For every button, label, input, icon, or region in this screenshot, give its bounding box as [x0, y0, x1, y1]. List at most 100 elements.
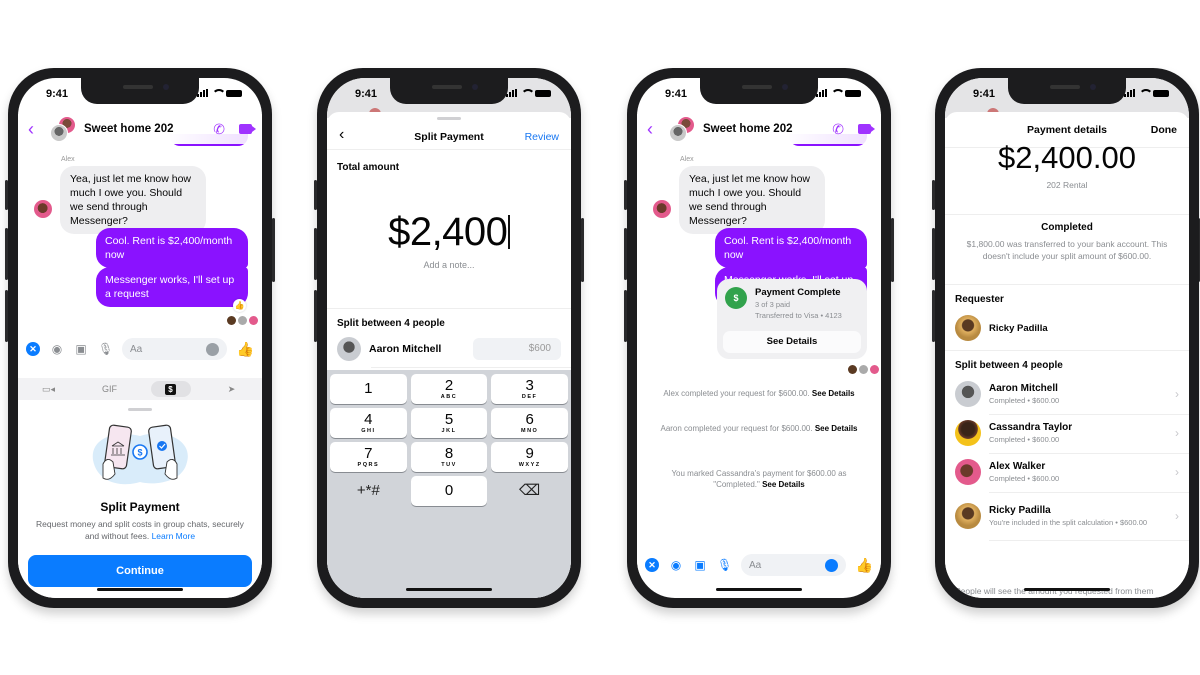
gallery-icon[interactable]: ▣	[74, 342, 88, 356]
avatar	[955, 459, 981, 485]
modal-header: ‹ Split Payment Review	[327, 124, 571, 150]
group-avatar[interactable]	[669, 116, 695, 142]
gallery-icon[interactable]: ▣	[693, 558, 707, 572]
outgoing-message: Messenger works, I'll set up a request	[96, 267, 248, 307]
see-details-link[interactable]: See Details	[762, 480, 805, 489]
split-person-row: Aaron Mitchell $600	[337, 334, 561, 364]
emoji-icon[interactable]	[205, 342, 219, 356]
split-person-row[interactable]: Aaron Mitchell Completed • $600.00 ›	[955, 376, 1179, 412]
split-payment-sheet: $ Split Payment Request money and split …	[18, 402, 262, 598]
notch	[390, 78, 508, 104]
composer: ✕ ◉ ▣ 🎙 Aa 👍	[18, 334, 262, 364]
review-button[interactable]: Review	[525, 131, 559, 143]
system-message: Alex completed your request for $600.00.…	[663, 389, 855, 398]
outgoing-message: Cool. Rent is $2,400/month now	[715, 228, 867, 268]
avatar	[337, 337, 361, 361]
home-indicator	[716, 588, 802, 591]
split-label: Split between 4 people	[337, 318, 445, 329]
back-icon[interactable]: ‹	[339, 126, 344, 144]
sender-name: Alex	[61, 156, 75, 163]
phone-call-icon[interactable]: ✆	[213, 121, 225, 138]
done-button[interactable]: Done	[1151, 124, 1177, 136]
keypad-key[interactable]: 3 DEF	[491, 374, 568, 404]
microphone-icon[interactable]: 🎙	[98, 342, 113, 356]
read-receipts	[848, 365, 879, 374]
notch	[81, 78, 199, 104]
avatar	[955, 315, 981, 341]
keypad-key[interactable]: 4 GHI	[330, 408, 407, 438]
split-person-row[interactable]: Alex Walker Completed • $600.00 ›	[955, 454, 1179, 490]
chat-title[interactable]: Sweet home 202	[84, 123, 201, 135]
close-icon[interactable]: ✕	[26, 342, 40, 356]
gif-tab-icon[interactable]: GIF	[90, 381, 130, 397]
key-letters: DEF	[521, 394, 538, 400]
see-details-button[interactable]: See Details	[723, 331, 861, 353]
see-details-link[interactable]: See Details	[812, 389, 855, 398]
split-person-row[interactable]: Cassandra Taylor Completed • $600.00 ›	[955, 415, 1179, 451]
requester-row[interactable]: Ricky Padilla	[955, 310, 1179, 346]
person-name: Ricky Padilla	[989, 504, 1051, 516]
phone-2: 9:41 ‹ Split Payment Review Total amount…	[314, 68, 584, 608]
modal-title: Split Payment	[414, 130, 484, 143]
payment-complete-card: $ Payment Complete 3 of 3 paid Transferr…	[717, 279, 867, 359]
message-input[interactable]: Aa	[741, 554, 846, 576]
status-time: 9:41	[665, 88, 688, 100]
note-input[interactable]: Add a note...	[327, 260, 571, 270]
numeric-keypad: 1 2 ABC 3 DEF 4 GHI 5 JKL 6 MNO 7 PQRS 8 TUV 9 WXYZ +*# 0 ⌫	[327, 370, 571, 598]
key-digit: +*#	[356, 482, 380, 499]
split-label: Split between 4 people	[955, 360, 1063, 371]
keypad-key[interactable]: 5 JKL	[410, 408, 488, 438]
person-status: Completed • $600.00	[989, 434, 1060, 444]
learn-more-link[interactable]: Learn More	[152, 531, 195, 541]
amount-input[interactable]: $2,400	[327, 210, 571, 255]
back-icon[interactable]: ‹	[647, 119, 665, 140]
sheet-grabber[interactable]	[437, 117, 461, 120]
phone-3: 9:41 ‹ Sweet home 202 ✆ Alex Yea, just l…	[624, 68, 894, 608]
payment-amount: $2,400.00	[998, 140, 1136, 175]
camera-icon[interactable]: ◉	[669, 558, 683, 572]
see-details-link[interactable]: See Details	[815, 424, 858, 433]
video-call-icon[interactable]	[858, 124, 875, 134]
continue-button[interactable]: Continue	[28, 555, 252, 587]
video-tab-icon[interactable]: ▭◂	[29, 381, 69, 397]
video-call-icon[interactable]	[239, 124, 256, 134]
like-button-icon[interactable]: 👍	[237, 341, 254, 358]
keypad-key[interactable]: 8 TUV	[410, 442, 488, 472]
microphone-icon[interactable]: 🎙	[717, 558, 732, 572]
keypad-key[interactable]: 2 ABC	[410, 374, 488, 404]
group-avatar[interactable]	[50, 116, 76, 142]
keypad-key[interactable]: 1	[330, 374, 407, 404]
wifi-icon	[831, 89, 845, 97]
close-icon[interactable]: ✕	[645, 558, 659, 572]
backspace-key-icon[interactable]: ⌫	[491, 476, 568, 506]
person-status: Completed • $600.00	[989, 395, 1060, 405]
key-letters: MNO	[520, 428, 539, 434]
sheet-grabber[interactable]	[128, 408, 152, 411]
person-amount-input[interactable]: $600	[473, 338, 561, 360]
person-status: Completed • $600.00	[989, 473, 1060, 483]
avatar	[955, 420, 981, 446]
chat-title[interactable]: Sweet home 202	[703, 123, 820, 135]
like-button-icon[interactable]: 👍	[856, 557, 873, 574]
symbols-key[interactable]: +*#	[330, 476, 407, 506]
keypad-key[interactable]: 6 MNO	[491, 408, 568, 438]
camera-icon[interactable]: ◉	[50, 342, 64, 356]
incoming-message: Yea, just let me know how much I owe you…	[679, 166, 825, 234]
split-person-row[interactable]: Ricky Padilla You're included in the spli…	[955, 496, 1179, 536]
back-icon[interactable]: ‹	[28, 119, 46, 140]
chat-header: ‹ Sweet home 202 ✆	[637, 114, 881, 144]
keypad-key[interactable]: 0	[410, 476, 488, 506]
payment-tab-icon[interactable]: $	[150, 381, 191, 397]
sheet-title: Split Payment	[100, 500, 180, 514]
message-input[interactable]: Aa	[122, 338, 227, 360]
emoji-icon[interactable]	[824, 558, 838, 572]
status-time: 9:41	[355, 88, 378, 100]
keypad-key[interactable]: 7 PQRS	[330, 442, 407, 472]
keypad-key[interactable]: 9 WXYZ	[491, 442, 568, 472]
phone-call-icon[interactable]: ✆	[832, 121, 844, 138]
battery-icon	[535, 89, 551, 97]
svg-text:$: $	[137, 448, 142, 458]
battery-icon	[226, 89, 242, 97]
sender-name: Alex	[680, 156, 694, 163]
location-tab-icon[interactable]: ➤	[212, 381, 252, 397]
